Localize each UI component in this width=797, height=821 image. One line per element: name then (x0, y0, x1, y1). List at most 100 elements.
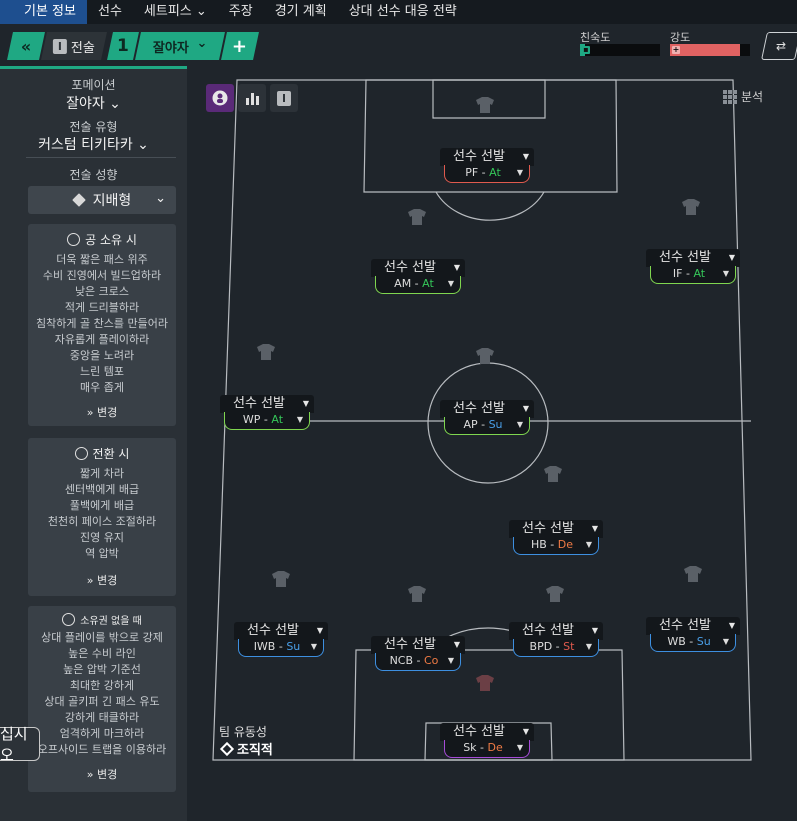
tag-icon (277, 90, 291, 106)
role-select-button[interactable]: BPD - St ▼ (513, 639, 599, 657)
duty-code: At (422, 277, 434, 290)
role-code: PF (465, 166, 479, 179)
duty-code: At (271, 413, 284, 426)
dropdown-triangle-icon: ▼ (722, 637, 729, 646)
role-separator: - (275, 640, 287, 653)
dropdown-triangle-icon: ▼ (302, 399, 309, 408)
role-separator: - (476, 741, 488, 754)
player-select-button[interactable]: 선수 선발 ▼ (371, 636, 465, 654)
role-code: AP (463, 418, 478, 431)
fluidity-label: 팀 유동성 (219, 725, 267, 739)
fluidity-value[interactable]: 조직적 (219, 739, 273, 758)
role-separator: - (682, 267, 694, 280)
player-select-button[interactable]: 선수 선발 ▼ (234, 622, 328, 640)
goalkeeper-shirt-icon (476, 675, 494, 691)
dropdown-triangle-icon: ▼ (516, 743, 523, 752)
dropdown-triangle-icon: ▼ (722, 269, 729, 278)
player-select-button[interactable]: 선수 선발 ▼ (440, 148, 534, 166)
top-penalty-arc (435, 191, 545, 221)
player-slot-if[interactable]: 선수 선발 ▼ IF - At ▼ (646, 249, 740, 284)
player-slot-pf[interactable]: 선수 선발 ▼ PF - At ▼ (440, 148, 534, 183)
role-view-button[interactable] (270, 84, 298, 112)
stats-view-button[interactable] (238, 84, 266, 112)
player-shirt-icon (476, 97, 494, 113)
player-view-button[interactable] (206, 84, 234, 112)
player-slot-wp[interactable]: 선수 선발 ▼ WP - At ▼ (220, 395, 314, 430)
role-code: AM (394, 277, 412, 290)
role-select-button[interactable]: Sk - De ▼ (444, 740, 530, 758)
player-slot-ap[interactable]: 선수 선발 ▼ AP - Su ▼ (440, 400, 534, 435)
player-slot-wb[interactable]: 선수 선발 ▼ WB - Su ▼ (646, 617, 740, 652)
player-select-button[interactable]: 선수 선발 ▼ (646, 249, 740, 267)
player-slot-ncb[interactable]: 선수 선발 ▼ NCB - Co ▼ (371, 636, 465, 671)
grid-icon (723, 89, 737, 104)
player-slot-iwb[interactable]: 선수 선발 ▼ IWB - Su ▼ (234, 622, 328, 657)
player-shirt-icon (476, 348, 494, 364)
role-code: NCB (389, 654, 414, 667)
player-shirt-icon (257, 344, 275, 360)
dropdown-triangle-icon: ▼ (447, 279, 454, 288)
player-slot-hb[interactable]: 선수 선발 ▼ HB - De ▼ (509, 520, 603, 555)
role-code: IWB (253, 640, 276, 653)
player-select-button[interactable]: 선수 선발 ▼ (440, 723, 534, 741)
player-select-button[interactable]: 선수 선발 ▼ (509, 520, 603, 538)
duty-code: At (489, 166, 501, 179)
role-select-button[interactable]: AP - Su ▼ (444, 417, 530, 435)
dropdown-triangle-icon: ▼ (591, 626, 598, 635)
player-slot-sk[interactable]: 선수 선발 ▼ Sk - De ▼ (440, 723, 534, 758)
player-slot-bpd[interactable]: 선수 선발 ▼ BPD - St ▼ (509, 622, 603, 657)
role-select-button[interactable]: HB - De ▼ (513, 537, 599, 555)
duty-code: Su (286, 640, 301, 653)
player-shirt-icon (682, 199, 700, 215)
bar-chart-icon (246, 93, 259, 105)
player-shirt-icon (272, 571, 290, 587)
person-icon (212, 90, 228, 106)
dropdown-triangle-icon: ▼ (453, 640, 460, 649)
role-select-button[interactable]: NCB - Co ▼ (375, 653, 461, 671)
role-separator: - (546, 538, 558, 551)
dropdown-triangle-icon: ▼ (522, 727, 529, 736)
dropdown-triangle-icon: ▼ (585, 540, 592, 549)
role-select-button[interactable]: WB - Su ▼ (650, 634, 736, 652)
player-shirt-icon (544, 466, 562, 482)
role-separator: - (411, 277, 423, 290)
analysis-button[interactable]: 분석 (723, 88, 763, 105)
role-select-button[interactable]: WP - At ▼ (224, 412, 310, 430)
role-separator: - (478, 166, 490, 179)
dropdown-triangle-icon: ▼ (447, 656, 454, 665)
dropdown-triangle-icon: ▼ (585, 642, 592, 651)
dropdown-triangle-icon: ▼ (591, 524, 598, 533)
dropdown-triangle-icon: ▼ (316, 626, 323, 635)
duty-code: St (563, 640, 575, 653)
player-select-button[interactable]: 선수 선발 ▼ (646, 617, 740, 635)
duty-code: De (557, 538, 574, 551)
dropdown-triangle-icon: ▼ (516, 168, 523, 177)
diamond-icon (219, 741, 235, 756)
role-separator: - (685, 635, 697, 648)
duty-code: Su (696, 635, 711, 648)
role-code: HB (530, 538, 547, 551)
player-shirt-icon (408, 586, 426, 602)
player-shirt-icon (408, 209, 426, 225)
player-select-button[interactable]: 선수 선발 ▼ (220, 395, 314, 413)
role-select-button[interactable]: IWB - Su ▼ (238, 639, 324, 657)
dropdown-triangle-icon: ▼ (453, 263, 460, 272)
role-separator: - (477, 418, 489, 431)
player-select-button[interactable]: 선수 선발 ▼ (371, 259, 465, 277)
role-select-button[interactable]: IF - At ▼ (650, 266, 736, 284)
dropdown-triangle-icon: ▼ (522, 152, 529, 161)
role-code: BPD (529, 640, 553, 653)
role-separator: - (552, 640, 564, 653)
role-code: WP (242, 413, 261, 426)
role-select-button[interactable]: PF - At ▼ (444, 165, 530, 183)
duty-code: De (487, 741, 503, 754)
player-select-button[interactable]: 선수 선발 ▼ (509, 622, 603, 640)
player-select-button[interactable]: 선수 선발 ▼ (440, 400, 534, 418)
role-select-button[interactable]: AM - At ▼ (375, 276, 461, 294)
dropdown-triangle-icon: ▼ (296, 415, 303, 424)
dropdown-triangle-icon: ▼ (728, 621, 735, 630)
duty-code: Co (424, 654, 439, 667)
duty-code: Su (488, 418, 503, 431)
player-slot-am[interactable]: 선수 선발 ▼ AM - At ▼ (371, 259, 465, 294)
role-code: Sk (463, 741, 477, 754)
